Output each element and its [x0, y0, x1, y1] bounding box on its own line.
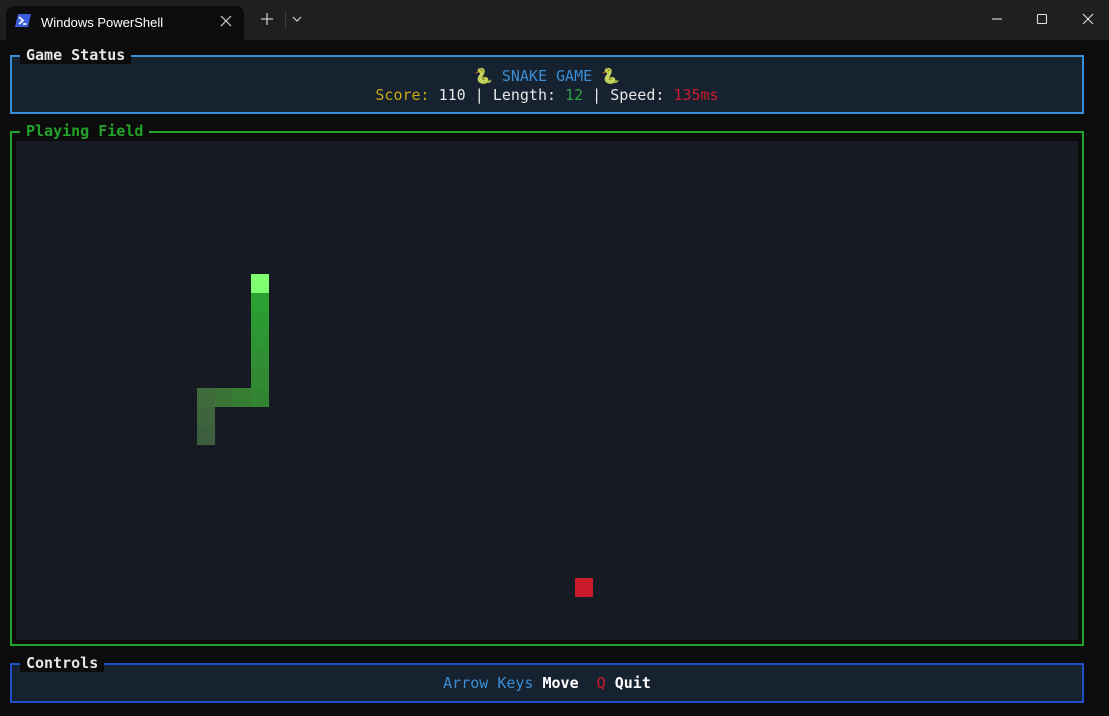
length-value: 12: [565, 86, 584, 104]
tab-title: Windows PowerShell: [41, 15, 164, 30]
new-tab-icon[interactable]: [260, 12, 274, 26]
game-status-panel: Game Status 🐍 SNAKE GAME 🐍 Score: 110 | …: [10, 46, 1084, 114]
controls-hint: Arrow Keys Move Q Quit: [12, 674, 1082, 692]
close-window-icon[interactable]: [1080, 11, 1096, 27]
snake-segment: [251, 350, 269, 369]
controls-title: Controls: [20, 654, 105, 672]
snake-segment: [197, 388, 215, 407]
maximize-icon[interactable]: [1034, 11, 1050, 27]
controls-panel: Controls Arrow Keys Move Q Quit: [10, 654, 1084, 703]
food-pellet: [575, 578, 593, 597]
playing-field-title: Playing Field: [20, 122, 150, 140]
snake-segment: [251, 293, 269, 312]
toolbar-divider: [285, 11, 286, 29]
chevron-down-icon[interactable]: [291, 14, 303, 24]
score-label: Score:: [375, 86, 430, 104]
stats-line: Score: 110 | Length: 12 | Speed: 135ms: [12, 86, 1082, 104]
close-tab-icon[interactable]: [220, 15, 232, 27]
quit-action-label: Quit: [614, 674, 651, 692]
speed-label: Speed:: [610, 86, 665, 104]
snake-segment: [215, 388, 233, 407]
powershell-icon: [15, 14, 31, 27]
snake-segment: [233, 388, 251, 407]
game-title: SNAKE GAME: [501, 67, 593, 85]
move-action-label: Move: [542, 674, 579, 692]
speed-value: 135ms: [673, 86, 719, 104]
game-status-title: Game Status: [20, 46, 132, 64]
length-label: Length:: [492, 86, 557, 104]
score-value: 110: [438, 86, 466, 104]
snake-segment: [251, 312, 269, 331]
stats-separator: |: [474, 86, 484, 104]
playing-field-panel: Playing Field: [10, 122, 1084, 646]
snake-icon: 🐍: [474, 67, 493, 85]
arrow-keys-hint: Arrow Keys: [443, 674, 534, 692]
game-title-line: 🐍 SNAKE GAME 🐍: [12, 67, 1082, 85]
stats-separator: |: [592, 86, 602, 104]
window-titlebar: Windows PowerShell: [0, 0, 1109, 40]
snake-icon: 🐍: [601, 67, 620, 85]
snake-segment: [251, 369, 269, 388]
snake-segment: [251, 331, 269, 350]
playing-field[interactable]: [16, 141, 1078, 640]
snake-segment: [197, 426, 215, 445]
snake-segment: [251, 388, 269, 407]
quit-key-hint: Q: [596, 674, 606, 692]
tab-powershell[interactable]: Windows PowerShell: [6, 6, 244, 40]
snake-segment: [197, 407, 215, 426]
snake-head: [251, 274, 269, 293]
minimize-icon[interactable]: [989, 11, 1005, 27]
